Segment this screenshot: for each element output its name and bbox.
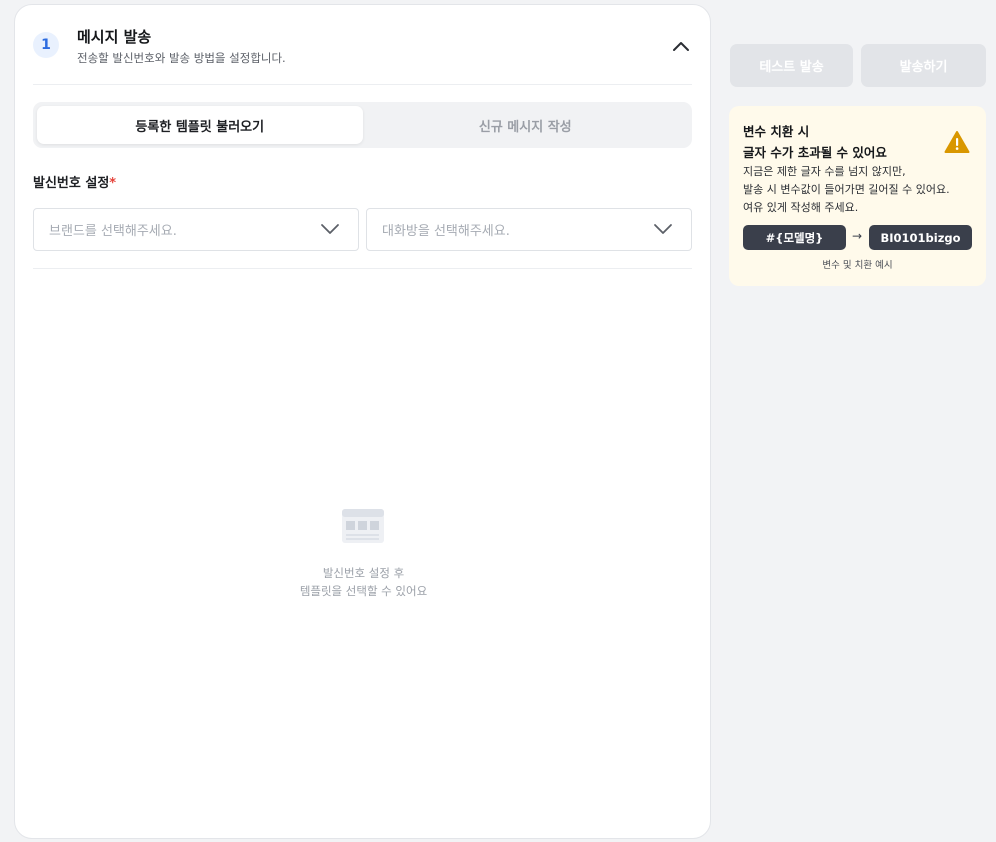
chevron-up-icon — [673, 42, 689, 51]
tip-title-line1: 변수 치환 시 — [743, 124, 810, 139]
send-button[interactable]: 발송하기 — [861, 44, 986, 87]
message-send-card: 1 메시지 발송 전송할 발신번호와 발송 방법을 설정합니다. 등록한 템플릿… — [14, 4, 711, 839]
chevron-down-icon — [321, 224, 339, 234]
tab-load-template[interactable]: 등록한 템플릿 불러오기 — [37, 106, 363, 144]
warning-triangle-icon — [944, 131, 970, 153]
variable-warning-tip: 변수 치환 시 글자 수가 초과될 수 있어요 지금은 제한 글자 수를 넘지 … — [729, 106, 986, 286]
tip-title-line2: 글자 수가 초과될 수 있어요 — [743, 145, 887, 160]
step-number-badge: 1 — [33, 32, 59, 58]
example-variable-pill: #{모델명} — [743, 225, 846, 250]
tip-body: 지금은 제한 글자 수를 넘지 않지만, 발송 시 변수값이 들어가면 길어질 … — [743, 163, 950, 217]
required-mark: * — [109, 176, 117, 191]
sender-number-label-text: 발신번호 설정 — [33, 176, 110, 191]
tab-new-message[interactable]: 신규 메시지 작성 — [363, 106, 689, 144]
step-header: 1 메시지 발송 전송할 발신번호와 발송 방법을 설정합니다. — [33, 25, 692, 85]
collapse-button[interactable] — [670, 35, 692, 57]
brand-select[interactable]: 브랜드를 선택해주세요. — [33, 208, 359, 251]
chatroom-select-placeholder: 대화방을 선택해주세요. — [382, 224, 510, 239]
tip-title: 변수 치환 시 글자 수가 초과될 수 있어요 — [743, 121, 887, 163]
step-subtitle: 전송할 발신번호와 발송 방법을 설정합니다. — [77, 51, 286, 65]
example-value-pill: BI0101bizgo — [869, 225, 972, 250]
empty-state-line1: 발신번호 설정 후 — [322, 566, 405, 580]
empty-state-line2: 템플릿을 선택할 수 있어요 — [299, 584, 428, 598]
template-mode-tabs: 등록한 템플릿 불러오기 신규 메시지 작성 — [33, 102, 692, 148]
example-arrow: → — [852, 229, 863, 243]
test-send-button[interactable]: 테스트 발송 — [730, 44, 853, 87]
sender-number-label: 발신번호 설정* — [33, 172, 116, 191]
tip-body-line2: 발송 시 변수값이 들어가면 길어질 수 있어요. — [743, 183, 950, 196]
tip-body-line3: 여유 있게 작성해 주세요. — [743, 201, 859, 214]
section-divider — [33, 268, 692, 269]
brand-select-placeholder: 브랜드를 선택해주세요. — [49, 224, 177, 239]
empty-state-message: 발신번호 설정 후 템플릿을 선택할 수 있어요 — [215, 564, 512, 600]
chevron-down-icon — [654, 224, 672, 234]
step-title: 메시지 발송 — [77, 28, 152, 46]
example-caption: 변수 및 치환 예시 — [822, 260, 893, 271]
template-list-icon — [342, 509, 384, 543]
chatroom-select[interactable]: 대화방을 선택해주세요. — [366, 208, 692, 251]
tip-body-line1: 지금은 제한 글자 수를 넘지 않지만, — [743, 165, 906, 178]
